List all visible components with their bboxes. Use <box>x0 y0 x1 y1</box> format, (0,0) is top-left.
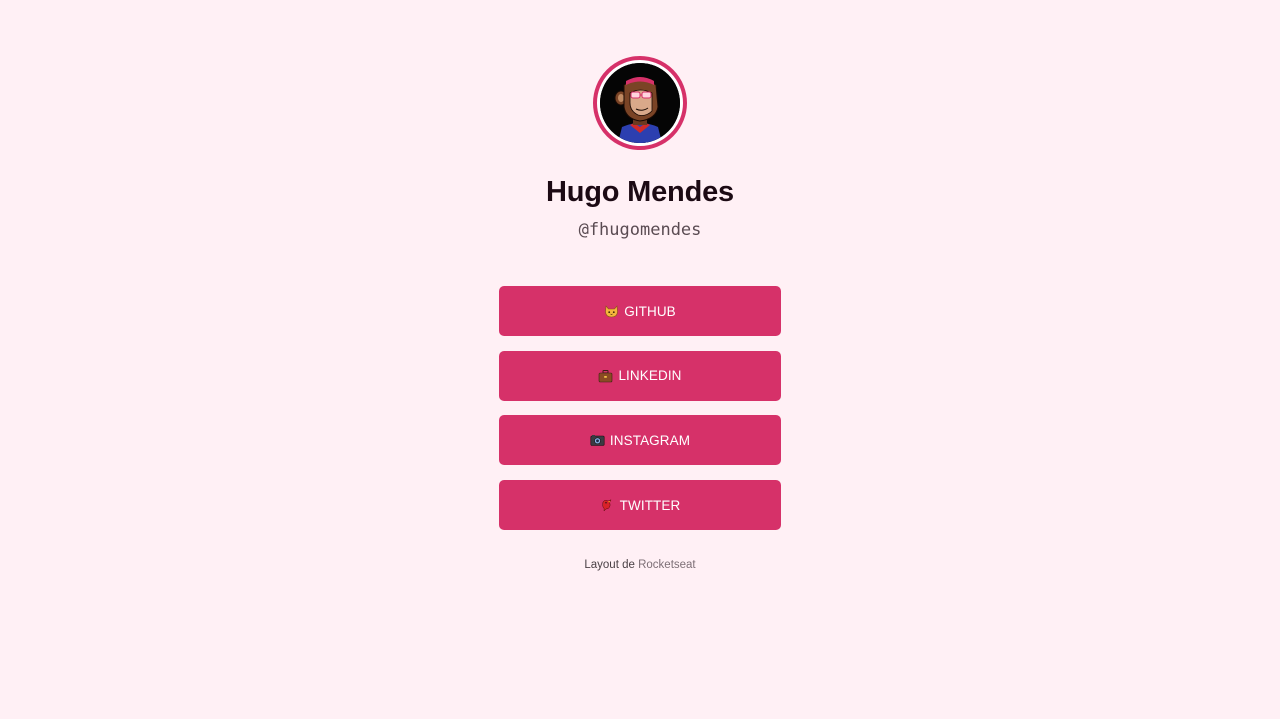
profile-handle: @fhugomendes <box>578 220 702 240</box>
link-list: GITHUB LINKEDIN INSTAGRAM TWITTER <box>499 286 781 545</box>
avatar <box>593 56 687 150</box>
cat-icon <box>604 304 619 318</box>
footer-credit: Layout de Rocketseat <box>0 559 1280 571</box>
instagram-link-button[interactable]: INSTAGRAM <box>499 415 781 466</box>
rocketseat-link[interactable]: Rocketseat <box>638 559 696 571</box>
footer-prefix: Layout de <box>584 559 635 571</box>
linktree-page: Hugo Mendes @fhugomendes GITHUB LINKEDIN… <box>0 0 1280 719</box>
twitter-link-button[interactable]: TWITTER <box>499 480 781 531</box>
twitter-link-label: TWITTER <box>619 497 681 513</box>
bird-icon <box>600 498 615 512</box>
avatar-image <box>600 63 680 143</box>
instagram-link-label: INSTAGRAM <box>609 432 691 448</box>
camera-icon <box>590 433 605 447</box>
briefcase-icon <box>598 369 613 383</box>
ape-avatar-illustration <box>600 63 680 143</box>
github-link-button[interactable]: GITHUB <box>499 286 781 336</box>
profile-name: Hugo Mendes <box>546 176 734 208</box>
linkedin-link-label: LINKEDIN <box>618 368 682 384</box>
linkedin-link-button[interactable]: LINKEDIN <box>499 350 781 401</box>
github-link-label: GITHUB <box>624 303 676 319</box>
